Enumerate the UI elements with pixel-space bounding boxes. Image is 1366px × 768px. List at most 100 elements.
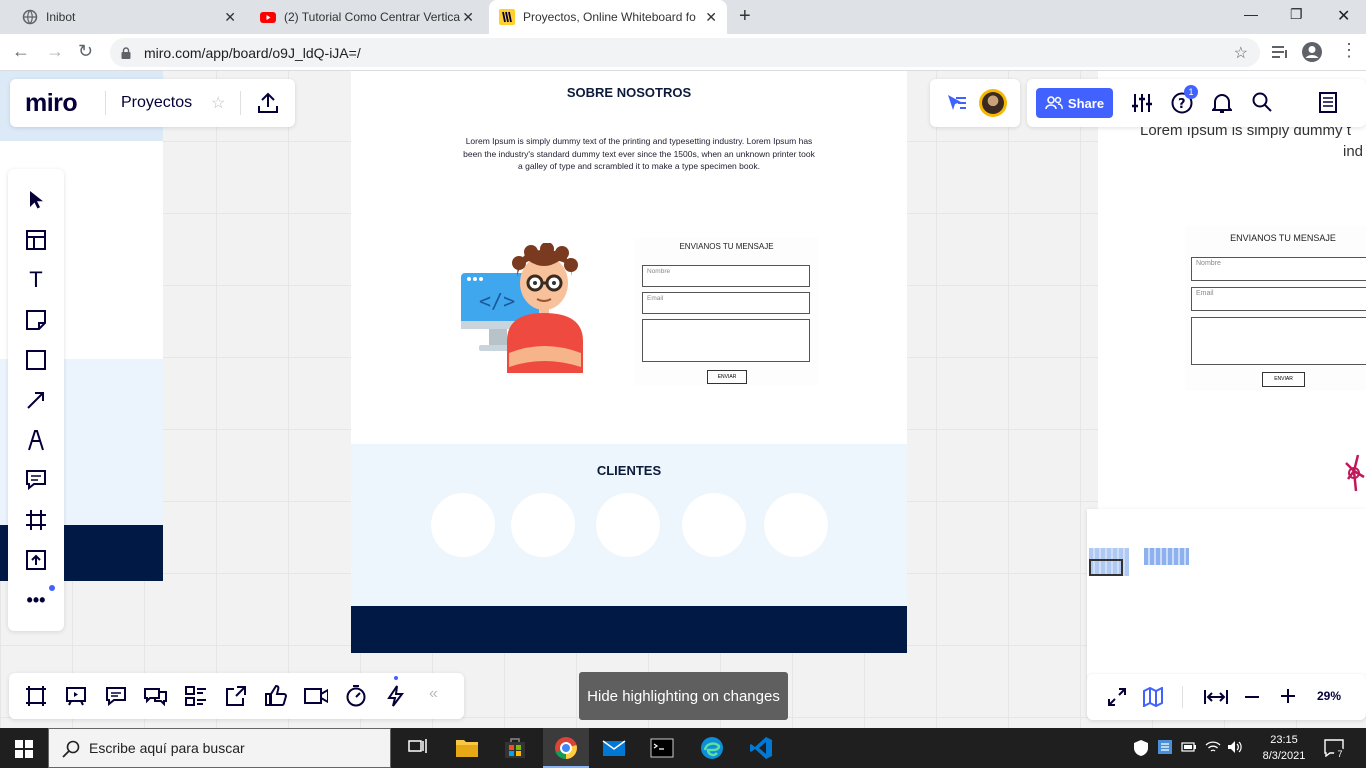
attention-icon[interactable] [945,94,967,114]
new-tab-button[interactable]: + [739,5,751,28]
lightning-icon [387,685,404,707]
zoom-out-icon[interactable] [1244,694,1260,700]
collapse-toolbar-icon[interactable]: « [429,685,438,703]
board-menu-icon[interactable] [1319,92,1337,114]
reload-icon[interactable]: ↻ [78,41,93,62]
avatar[interactable] [979,89,1007,117]
close-window-icon[interactable]: ✕ [1337,6,1350,26]
comment-icon [26,470,46,490]
windows-start-icon[interactable] [15,740,33,758]
network-app-icon[interactable] [1157,739,1173,755]
text-tool[interactable]: T [22,266,50,294]
share-button[interactable]: Share [1036,88,1113,118]
minimap[interactable] [1087,509,1366,678]
search-icon[interactable] [1252,92,1272,114]
tab-inibot[interactable]: Inibot ✕ [12,0,246,34]
tab-label: (2) Tutorial Como Centrar Vertica [284,10,461,24]
upload-tool[interactable] [22,546,50,574]
file-explorer-icon[interactable] [455,736,479,760]
send-button[interactable]: ENVIAR [707,370,747,384]
miro-logo[interactable]: miro [25,89,78,118]
profile-icon[interactable] [1301,41,1323,63]
tab-youtube[interactable]: (2) Tutorial Como Centrar Vertica ✕ [250,0,484,34]
sticky-note-tool[interactable] [22,306,50,334]
pen-icon [28,430,44,451]
task-view-icon[interactable] [405,736,429,760]
close-tab-icon[interactable]: ✕ [462,9,474,26]
forward-icon[interactable]: → [46,41,64,62]
settings-sliders-icon[interactable] [1131,93,1153,113]
cards-button[interactable] [184,685,208,707]
client-logo [764,493,828,557]
tab-miro[interactable]: Proyectos, Online Whiteboard fo ✕ [489,0,727,34]
zoom-in-icon[interactable] [1280,688,1296,704]
close-tab-icon[interactable]: ✕ [224,9,236,26]
reactions-button[interactable] [264,685,288,707]
zoom-level[interactable]: 29% [1317,689,1341,703]
right-frame[interactable]: Lorem Ipsum is simply dummy t ind ENVIAN… [1098,71,1366,511]
board-canvas[interactable]: SOBRE NOSOTROS Lorem Ipsum is simply dum… [0,71,1366,728]
wifi-icon[interactable] [1205,740,1221,754]
email-field[interactable]: Email [642,292,810,314]
battery-icon[interactable] [1181,741,1197,753]
chrome-taskbar-item[interactable] [543,728,589,768]
timer-button[interactable] [344,685,368,707]
security-icon[interactable] [1133,739,1149,757]
system-clock[interactable]: 23:15 8/3/2021 [1254,732,1314,764]
video-button[interactable] [304,685,328,707]
minimap-viewport[interactable] [1089,559,1123,576]
maximize-icon[interactable]: ❐ [1290,6,1303,23]
volume-icon[interactable] [1227,740,1243,754]
map-icon[interactable] [1143,687,1163,707]
tab-label: Proyectos, Online Whiteboard fo [523,10,696,24]
pen-tool[interactable] [22,426,50,454]
more-tools[interactable]: ••• [22,586,50,614]
frame-tool[interactable] [22,506,50,534]
minimize-icon[interactable]: — [1244,6,1258,22]
fullscreen-icon[interactable] [1108,688,1126,706]
message-field[interactable] [642,319,810,362]
shape-tool[interactable] [22,346,50,374]
notification-dot [394,676,398,680]
presentation-button[interactable] [64,685,88,707]
comment-tool[interactable] [22,466,50,494]
terminal-icon[interactable] [650,736,674,760]
edge-icon[interactable] [700,736,724,760]
comments-button[interactable] [104,685,128,707]
more-icon: ••• [26,589,46,610]
rectangle-icon [26,350,46,370]
export-board-button[interactable] [224,685,248,707]
name-field[interactable]: Nombre [642,265,810,287]
select-tool[interactable] [22,186,50,214]
notification-dot [49,585,55,591]
fit-width-icon[interactable] [1204,689,1228,705]
name-field[interactable]: Nombre [1191,257,1366,281]
taskbar-search[interactable]: Escribe aquí para buscar [48,728,391,768]
taskbar: Escribe aquí para buscar 23:15 8/3/2021 … [0,728,1366,768]
mail-icon[interactable] [602,736,626,760]
page-frame[interactable]: SOBRE NOSOTROS Lorem Ipsum is simply dum… [351,71,907,653]
reading-list-icon[interactable] [1271,44,1289,60]
back-icon[interactable]: ← [12,41,30,62]
templates-tool[interactable] [22,226,50,254]
send-button[interactable]: ENVIAR [1262,372,1305,387]
highlight-tooltip[interactable]: Hide highlighting on changes [579,672,788,720]
export-icon[interactable] [258,92,278,114]
star-icon[interactable]: ☆ [1234,43,1248,63]
store-icon[interactable] [503,736,527,760]
client-logo [596,493,660,557]
frames-button[interactable] [24,685,48,707]
star-icon[interactable]: ☆ [211,93,225,113]
menu-icon[interactable]: ⋮ [1340,40,1358,61]
close-tab-icon[interactable]: ✕ [705,9,717,26]
url-field[interactable]: miro.com/app/board/o9J_ldQ-iJA=/ ☆ [110,38,1260,67]
client-logo [682,493,746,557]
message-field[interactable] [1191,317,1366,365]
board-name[interactable]: Proyectos [121,94,192,112]
email-field[interactable]: Email [1191,287,1366,311]
vscode-icon[interactable] [749,736,773,760]
bell-icon[interactable] [1212,92,1232,114]
chat-button[interactable] [144,685,168,707]
integrations-button[interactable] [384,685,408,707]
arrow-tool[interactable] [22,386,50,414]
